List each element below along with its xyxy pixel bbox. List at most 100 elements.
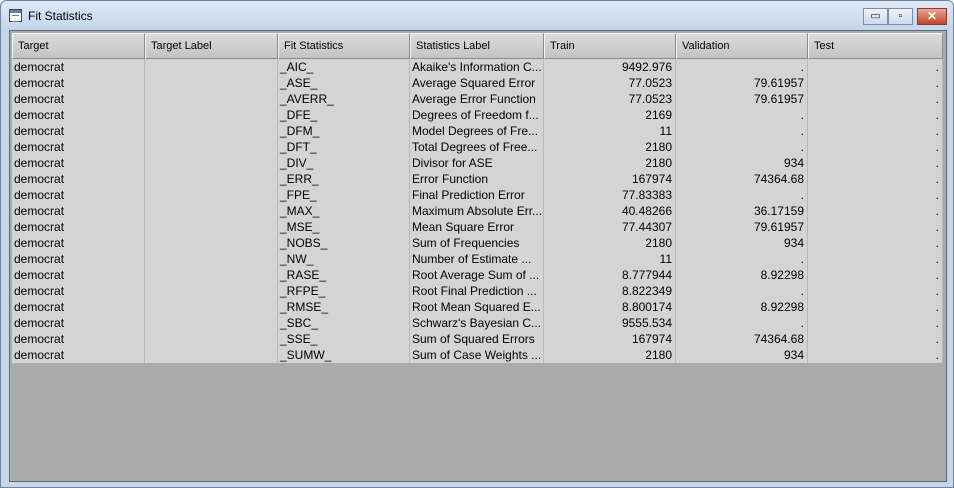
cell-train: 11: [544, 123, 676, 139]
column-header-target[interactable]: Target: [12, 33, 145, 59]
table-row[interactable]: democrat _SBC_ Schwarz's Bayesian C... 9555…: [12, 315, 943, 331]
cell-train: 40.48266: [544, 203, 676, 219]
cell-target: democrat: [12, 59, 145, 75]
column-header-statistics-label[interactable]: Statistics Label: [410, 33, 544, 59]
cell-validation: 934: [676, 155, 808, 171]
cell-statistics-label: Error Function: [410, 171, 544, 187]
table-row[interactable]: democrat _DFM_ Model Degrees of Fre... 11..: [12, 123, 943, 139]
cell-train: 77.0523: [544, 91, 676, 107]
cell-test: .: [808, 171, 943, 187]
cell-target-label: [145, 315, 278, 331]
cell-train: 9555.534: [544, 315, 676, 331]
cell-target: democrat: [12, 187, 145, 203]
cell-target-label: [145, 235, 278, 251]
cell-target: democrat: [12, 283, 145, 299]
column-header-train[interactable]: Train: [544, 33, 676, 59]
table-row[interactable]: democrat _RMSE_ Root Mean Squared E... 8.80…: [12, 299, 943, 315]
cell-target: democrat: [12, 91, 145, 107]
cell-target: democrat: [12, 171, 145, 187]
cell-target: democrat: [12, 299, 145, 315]
table-row[interactable]: democrat _DFT_ Total Degrees of Free... 218…: [12, 139, 943, 155]
cell-test: .: [808, 347, 943, 363]
column-header-fit-statistics[interactable]: Fit Statistics: [278, 33, 410, 59]
table-row[interactable]: democrat _SUMW_ Sum of Case Weights ... 218…: [12, 347, 943, 363]
cell-target: democrat: [12, 139, 145, 155]
cell-train: 167974: [544, 171, 676, 187]
cell-test: .: [808, 315, 943, 331]
column-header-test[interactable]: Test: [808, 33, 943, 59]
cell-test: .: [808, 59, 943, 75]
cell-fit-statistics: _DFM_: [278, 123, 410, 139]
cell-test: .: [808, 155, 943, 171]
cell-fit-statistics: _FPE_: [278, 187, 410, 203]
cell-fit-statistics: _SUMW_: [278, 347, 410, 363]
cell-fit-statistics: _SSE_: [278, 331, 410, 347]
cell-fit-statistics: _DFE_: [278, 107, 410, 123]
maximize-button[interactable]: ▫: [888, 8, 913, 25]
cell-validation: 934: [676, 347, 808, 363]
cell-target-label: [145, 107, 278, 123]
cell-target-label: [145, 59, 278, 75]
table-row[interactable]: democrat _FPE_ Final Prediction Error 77.83…: [12, 187, 943, 203]
table-row[interactable]: democrat _RFPE_ Root Final Prediction ... 8…: [12, 283, 943, 299]
table-row[interactable]: democrat _DIV_ Divisor for ASE 2180 934.: [12, 155, 943, 171]
table-row[interactable]: democrat _NW_ Number of Estimate ... 11..: [12, 251, 943, 267]
cell-target-label: [145, 219, 278, 235]
cell-test: .: [808, 235, 943, 251]
cell-fit-statistics: _MSE_: [278, 219, 410, 235]
table-row[interactable]: democrat _AVERR_ Average Error Function 77.…: [12, 91, 943, 107]
cell-test: .: [808, 123, 943, 139]
cell-train: 9492.976: [544, 59, 676, 75]
cell-statistics-label: Degrees of Freedom f...: [410, 107, 544, 123]
cell-test: .: [808, 91, 943, 107]
table-body: democrat _AIC_ Akaike's Information C... 94…: [12, 59, 943, 363]
cell-statistics-label: Schwarz's Bayesian C...: [410, 315, 544, 331]
cell-statistics-label: Sum of Case Weights ...: [410, 347, 544, 363]
minimize-icon: ▭: [870, 10, 881, 22]
table-row[interactable]: democrat _MAX_ Maximum Absolute Err... 40.4…: [12, 203, 943, 219]
cell-fit-statistics: _SBC_: [278, 315, 410, 331]
cell-validation: 8.92298: [676, 299, 808, 315]
close-button[interactable]: ✕: [917, 8, 947, 25]
cell-validation: .: [676, 59, 808, 75]
table-row[interactable]: democrat _ERR_ Error Function 167974 74364.6…: [12, 171, 943, 187]
cell-target-label: [145, 283, 278, 299]
cell-target: democrat: [12, 251, 145, 267]
table-row[interactable]: democrat _ASE_ Average Squared Error 77.052…: [12, 75, 943, 91]
minimize-button[interactable]: ▭: [863, 8, 888, 25]
cell-statistics-label: Mean Square Error: [410, 219, 544, 235]
maximize-icon: ▫: [898, 10, 903, 22]
table-row[interactable]: democrat _NOBS_ Sum of Frequencies 2180 934.: [12, 235, 943, 251]
cell-target: democrat: [12, 315, 145, 331]
table-row[interactable]: democrat _SSE_ Sum of Squared Errors 167974…: [12, 331, 943, 347]
column-header-validation[interactable]: Validation: [676, 33, 808, 59]
table-row[interactable]: democrat _AIC_ Akaike's Information C... 94…: [12, 59, 943, 75]
cell-target: democrat: [12, 155, 145, 171]
cell-target-label: [145, 267, 278, 283]
cell-fit-statistics: _AIC_: [278, 59, 410, 75]
window-controls: ▭ ▫ ✕: [863, 8, 947, 25]
cell-target-label: [145, 299, 278, 315]
cell-fit-statistics: _ERR_: [278, 171, 410, 187]
cell-train: 2180: [544, 347, 676, 363]
cell-target-label: [145, 187, 278, 203]
title-bar[interactable]: Fit Statistics ▭ ▫ ✕: [1, 1, 953, 30]
cell-statistics-label: Average Error Function: [410, 91, 544, 107]
table-header: Target Target Label Fit Statistics Statisti…: [12, 33, 943, 59]
cell-train: 77.83383: [544, 187, 676, 203]
table-row[interactable]: democrat _DFE_ Degrees of Freedom f... 2169…: [12, 107, 943, 123]
cell-test: .: [808, 299, 943, 315]
cell-target: democrat: [12, 107, 145, 123]
cell-target: democrat: [12, 331, 145, 347]
cell-statistics-label: Total Degrees of Free...: [410, 139, 544, 155]
cell-validation: 79.61957: [676, 219, 808, 235]
cell-target: democrat: [12, 203, 145, 219]
table-row[interactable]: democrat _MSE_ Mean Square Error 77.44307 79…: [12, 219, 943, 235]
cell-fit-statistics: _NW_: [278, 251, 410, 267]
cell-fit-statistics: _NOBS_: [278, 235, 410, 251]
table-row[interactable]: democrat _RASE_ Root Average Sum of ... 8.7…: [12, 267, 943, 283]
cell-validation: .: [676, 283, 808, 299]
cell-fit-statistics: _RMSE_: [278, 299, 410, 315]
column-header-target-label[interactable]: Target Label: [145, 33, 278, 59]
cell-target: democrat: [12, 123, 145, 139]
